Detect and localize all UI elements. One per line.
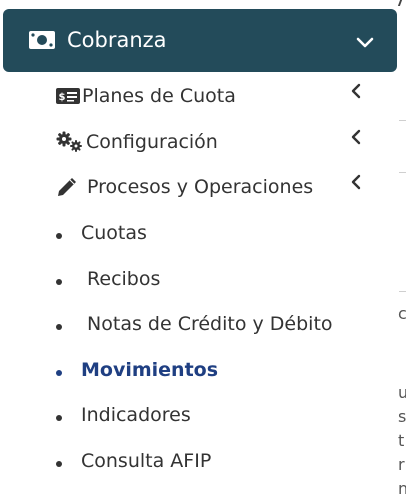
chevron-left-icon[interactable] [350,174,362,190]
chevron-left-icon[interactable] [350,83,362,99]
menu-item-recibos[interactable]: Recibos [56,265,160,293]
gears-icon [56,131,86,153]
submenu-configuracion[interactable]: Configuración [56,127,218,157]
right-divider [399,291,406,292]
menu-item-notas-credito-debito[interactable]: Notas de Crédito y Débito [56,310,333,338]
menu-item-consulta-afip[interactable]: Consulta AFIP [56,447,211,475]
right-edge-text: n [398,479,406,498]
cobranza-menu-header[interactable]: Cobranza [3,9,397,72]
submenu-procesos-y-operaciones[interactable]: Procesos y Operaciones [56,172,313,202]
right-edge-text: u [398,383,406,402]
dollar-card-icon: $ [56,85,82,107]
submenu-label: Configuración [86,131,218,153]
money-bill-icon [29,31,55,49]
bullet-icon [56,461,62,467]
menu-item-label: Indicadores [81,404,191,426]
pencil-icon [56,176,87,198]
submenu-label: Planes de Cuota [82,85,236,107]
chevron-down-icon[interactable] [356,37,374,49]
right-divider [399,172,406,173]
menu-item-label: Recibos [81,268,161,290]
menu-title: Cobranza [67,28,167,52]
svg-text:$: $ [59,92,66,103]
chevron-left-icon[interactable] [350,129,362,145]
menu-item-indicadores[interactable]: Indicadores [56,401,191,429]
right-edge-text: t [398,431,405,450]
right-edge-text: c [398,304,406,323]
right-divider [399,120,406,121]
bullet-icon [56,233,62,239]
right-edge-text: s [398,407,406,426]
menu-item-cuotas[interactable]: Cuotas [56,219,147,247]
right-edge-text: r [398,455,405,474]
menu-item-label: Movimientos [81,359,219,381]
bullet-icon [56,370,62,376]
submenu-label: Procesos y Operaciones [87,176,314,198]
edge-mark-top [397,0,406,6]
submenu-planes-de-cuota[interactable]: $ Planes de Cuota [56,81,236,111]
bullet-icon [56,324,62,330]
bullet-icon [56,415,62,421]
menu-item-label: Consulta AFIP [81,450,212,472]
bullet-icon [56,279,62,285]
menu-item-label: Notas de Crédito y Débito [81,313,333,335]
menu-item-movimientos[interactable]: Movimientos [56,356,218,384]
menu-item-label: Cuotas [81,222,147,244]
